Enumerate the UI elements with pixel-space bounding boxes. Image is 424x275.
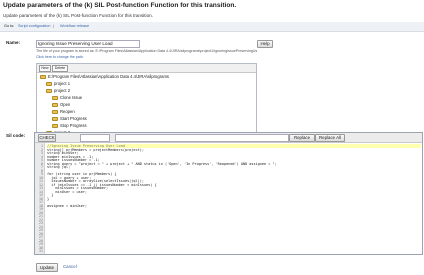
code-editor: CHECK Replace Replace All 1 2 3 4 5 6 7 8 9 10 11 1… xyxy=(34,132,423,255)
tree-item-project-2[interactable]: project 2 xyxy=(46,88,70,93)
path-note: The file of your program is stored as: E… xyxy=(36,49,257,53)
folder-icon xyxy=(52,116,58,121)
tree-label: E:\Program Files\Atlassian\Application D… xyxy=(48,74,170,79)
update-button[interactable]: Update xyxy=(36,263,58,272)
folder-icon xyxy=(40,74,46,79)
form-area: Name: Ignoring Issue Preserving User Loa… xyxy=(0,33,424,272)
tree-label: Open xyxy=(60,102,71,107)
code-line: string jql; xyxy=(47,165,71,169)
mode-bar-prefix: Go to: xyxy=(4,24,15,28)
replace-all-button[interactable]: Replace All xyxy=(315,134,345,142)
tree-item-reopen[interactable]: Reopen xyxy=(52,109,75,114)
cancel-link[interactable]: Cancel xyxy=(63,264,77,269)
folder-icon xyxy=(52,102,58,107)
tree-item-clone-issue[interactable]: Clone Issue xyxy=(52,95,82,100)
tree-label: Start Progress xyxy=(60,116,87,121)
editor-toolbar: CHECK Replace Replace All xyxy=(35,133,422,143)
tree-toolbar: New Delete xyxy=(37,64,256,73)
tree-item-start-progress[interactable]: Start Progress xyxy=(52,116,87,121)
tree-label: project 1 xyxy=(54,81,71,86)
replace-button[interactable]: Replace xyxy=(289,134,315,142)
check-button[interactable]: CHECK xyxy=(38,134,56,142)
code-label: Sil code: xyxy=(6,133,26,138)
folder-icon xyxy=(46,88,52,93)
code-line: string query = "project = " + project + … xyxy=(47,161,277,166)
editor-find-input[interactable] xyxy=(80,134,110,142)
help-button[interactable]: Help xyxy=(257,40,273,48)
tree-label: Clone Issue xyxy=(60,95,83,100)
mode-bar-separator: | xyxy=(53,24,54,28)
footer-bar: Update Cancel xyxy=(0,261,424,275)
code-line: assignee = minUser; xyxy=(47,203,88,208)
file-tree: New Delete E:\Program Files\Atlassian\Ap… xyxy=(36,63,257,143)
name-label: Name: xyxy=(6,40,21,45)
line-number: 31 xyxy=(39,249,43,253)
editor-search-input[interactable] xyxy=(115,134,289,142)
mode-link-workflow[interactable]: Workflow release xyxy=(60,24,89,28)
page-title: Update parameters of the (k) SIL Post-fu… xyxy=(3,2,237,9)
tree-new-button[interactable]: New xyxy=(39,65,51,72)
page-subtitle: Update parameters of the (k) SIL Post-fu… xyxy=(3,13,153,18)
tree-item-stop-progress[interactable]: Stop Progress xyxy=(52,123,87,128)
folder-icon xyxy=(52,95,58,100)
tree-label: project 2 xyxy=(54,88,71,93)
folder-icon xyxy=(52,123,58,128)
mode-link-script-config[interactable]: Script configuration xyxy=(18,24,51,28)
line-number-gutter: 1 2 3 4 5 6 7 8 9 10 11 12 13 14 15 16 17 18 19 20 21 22 23 24 2… xyxy=(35,143,45,254)
name-input[interactable]: Ignoring Issue Preserving User Load xyxy=(36,40,140,48)
folder-icon xyxy=(52,109,58,114)
change-path-link[interactable]: Click here to change the path. xyxy=(36,55,84,59)
tree-label: Reopen xyxy=(60,109,75,114)
tree-item-project-1[interactable]: project 1 xyxy=(46,81,70,86)
tree-root[interactable]: E:\Program Files\Atlassian\Application D… xyxy=(40,74,169,79)
code-line: } xyxy=(47,196,50,201)
tree-label: Stop Progress xyxy=(60,123,87,128)
mode-bar: Go to: Script configuration | Workflow r… xyxy=(0,22,424,32)
tree-item-open[interactable]: Open xyxy=(52,102,70,107)
folder-icon xyxy=(46,81,52,86)
tree-delete-button[interactable]: Delete xyxy=(52,65,68,72)
